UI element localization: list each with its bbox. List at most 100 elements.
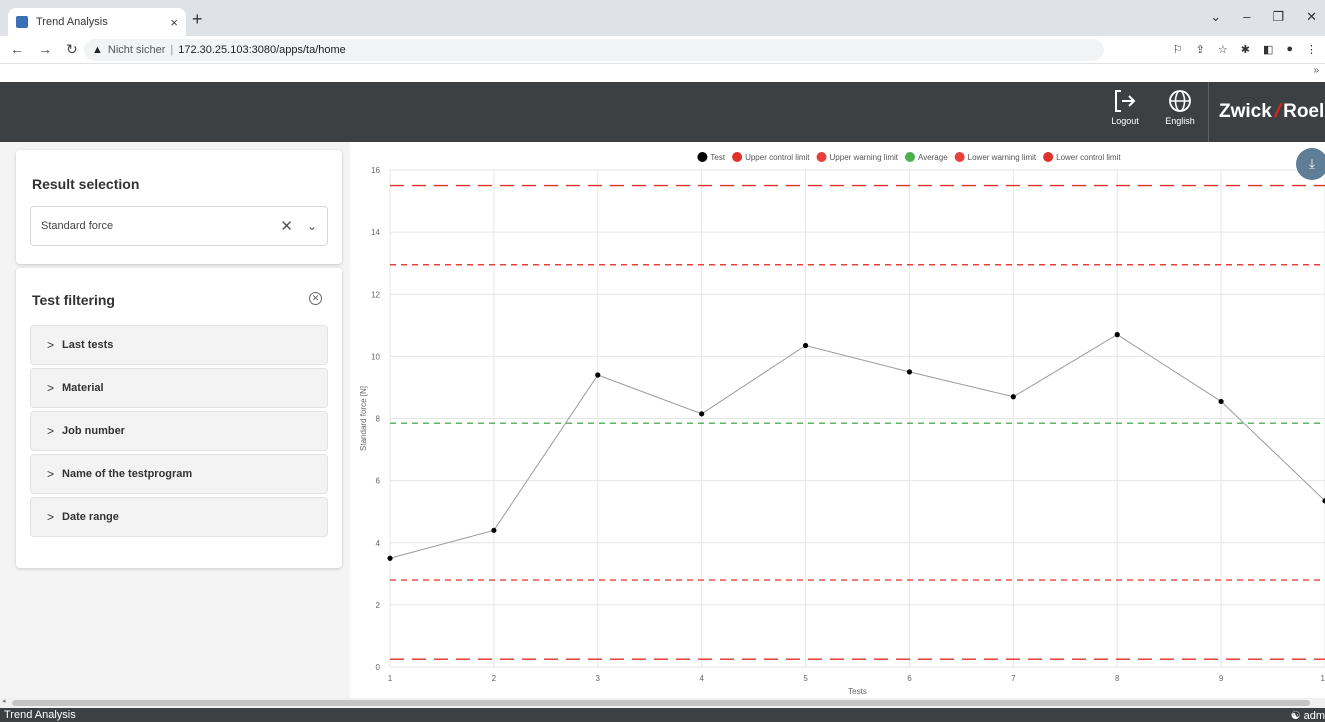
status-bar: Trend Analysis ☯ adm: [0, 708, 1325, 722]
reload-icon[interactable]: ↻: [66, 41, 78, 58]
filter-material[interactable]: > Material: [30, 368, 328, 408]
brand-slash: /: [1272, 101, 1284, 122]
trend-favicon-icon: [16, 16, 28, 28]
result-selection-title: Result selection: [32, 176, 140, 192]
url-text: 172.30.25.103:3080/apps/ta/home: [178, 44, 346, 56]
legend-marker: [905, 152, 916, 162]
x-tick-label: 7: [1011, 674, 1016, 683]
y-tick-label: 12: [371, 290, 380, 299]
clear-circle-icon[interactable]: ✕: [309, 292, 322, 305]
chart-area: 123456789100246810121416TestsStandard fo…: [350, 142, 1325, 698]
x-tick-label: 4: [699, 674, 704, 683]
x-tick-label: 1: [388, 674, 393, 683]
horizontal-scrollbar[interactable]: ◂: [0, 698, 1325, 708]
sidepanel-icon[interactable]: ◧: [1263, 43, 1273, 56]
download-icon: ⤓: [1309, 156, 1315, 171]
test-data-point: [387, 555, 393, 561]
y-tick-label: 8: [376, 415, 381, 424]
star-icon[interactable]: ☆: [1218, 43, 1228, 56]
language-button[interactable]: English: [1158, 88, 1202, 126]
bookmarks-more-icon[interactable]: »: [1313, 65, 1319, 76]
result-selection-card: Result selection Standard force ✕ ⌄: [16, 150, 342, 264]
close-window-icon[interactable]: ✕: [1306, 9, 1317, 25]
brand-right: Roell: [1283, 101, 1325, 122]
status-app-name: Trend Analysis: [4, 709, 76, 721]
result-select-value: Standard force: [41, 220, 114, 232]
logout-label: Logout: [1111, 116, 1139, 126]
legend-marker: [1043, 152, 1054, 162]
test-filtering-title: Test filtering: [32, 292, 115, 308]
language-label: English: [1165, 116, 1195, 126]
test-data-point: [1114, 332, 1120, 338]
logout-icon: [1115, 90, 1136, 112]
legend-marker: [697, 152, 708, 162]
window-controls: ⌄ – ❐ ✕: [1210, 9, 1317, 25]
clear-icon[interactable]: ✕: [280, 217, 293, 235]
filter-label: Date range: [62, 511, 119, 523]
legend-label: Lower control limit: [1056, 153, 1121, 162]
back-icon[interactable]: ←: [10, 41, 24, 58]
extensions-icon[interactable]: ✱: [1241, 43, 1250, 56]
download-button[interactable]: ⤓: [1296, 148, 1325, 180]
bookmarks-bar: »: [0, 64, 1325, 82]
brand-left: Zwick: [1219, 101, 1272, 122]
test-data-point: [906, 369, 913, 375]
test-data-point: [1218, 398, 1224, 405]
new-tab-button[interactable]: +: [192, 9, 203, 30]
url-separator: |: [170, 44, 174, 56]
profile-icon[interactable]: ●: [1286, 43, 1293, 56]
tab-search-icon[interactable]: ⌄: [1210, 9, 1221, 25]
translate-icon[interactable]: ⚐: [1173, 43, 1183, 56]
y-tick-label: 16: [371, 166, 380, 175]
y-tick-label: 4: [376, 539, 381, 548]
chevron-right-icon: >: [47, 381, 55, 395]
user-icon: ☯: [1290, 710, 1301, 722]
sidebar: Result selection Standard force ✕ ⌄ Test…: [0, 142, 350, 698]
legend-label: Upper control limit: [745, 153, 810, 162]
chevron-right-icon: >: [47, 467, 55, 481]
result-select[interactable]: Standard force ✕ ⌄: [30, 206, 328, 246]
forward-icon[interactable]: →: [38, 41, 52, 58]
address-bar: ← → ↻ ▲ Nicht sicher | 172.30.25.103:308…: [0, 36, 1325, 64]
url-field[interactable]: ▲ Nicht sicher | 172.30.25.103:3080/apps…: [84, 39, 1104, 61]
filter-testprogram-name[interactable]: > Name of the testprogram: [30, 454, 328, 494]
share-icon[interactable]: ⇪: [1196, 43, 1205, 56]
x-tick-label: 6: [907, 674, 912, 683]
filter-label: Job number: [62, 425, 125, 437]
legend-label: Upper warning limit: [830, 153, 899, 162]
test-data-point: [802, 342, 809, 349]
y-tick-label: 14: [371, 228, 380, 237]
legend-label: Lower warning limit: [968, 153, 1037, 162]
scroll-left-icon[interactable]: ◂: [2, 697, 6, 705]
x-tick-label: 3: [596, 674, 601, 683]
close-tab-icon[interactable]: ×: [170, 15, 178, 30]
scrollbar-thumb[interactable]: [12, 700, 1310, 706]
legend-marker: [954, 152, 965, 162]
x-tick-label: 8: [1115, 674, 1120, 683]
browser-tab[interactable]: Trend Analysis ×: [8, 8, 186, 36]
filter-job-number[interactable]: > Job number: [30, 411, 328, 451]
y-tick-label: 2: [376, 601, 381, 610]
filter-last-tests[interactable]: > Last tests: [30, 325, 328, 365]
minimize-icon[interactable]: –: [1243, 9, 1250, 25]
menu-icon[interactable]: ⋮: [1306, 43, 1317, 56]
filter-date-range[interactable]: > Date range: [30, 497, 328, 537]
chevron-right-icon: >: [47, 424, 55, 438]
browser-toolbar: ⚐ ⇪ ☆ ✱ ◧ ● ⋮: [1173, 43, 1317, 56]
filter-label: Last tests: [62, 339, 114, 351]
maximize-icon[interactable]: ❐: [1272, 9, 1284, 25]
status-user: ☯ adm: [1291, 709, 1325, 722]
legend-label: Test: [710, 153, 725, 162]
warning-icon[interactable]: ▲: [92, 44, 103, 56]
x-tick-label: 5: [803, 674, 808, 683]
chevron-down-icon[interactable]: ⌄: [307, 219, 317, 233]
logout-button[interactable]: Logout: [1103, 88, 1147, 126]
y-tick-label: 10: [371, 352, 380, 361]
test-filtering-card: Test filtering ✕ > Last tests > Material…: [16, 268, 342, 568]
y-axis-label: Standard force [N]: [359, 386, 368, 451]
x-tick-label: 10: [1321, 674, 1325, 683]
legend-marker: [732, 152, 743, 162]
trend-chart: 123456789100246810121416TestsStandard fo…: [359, 152, 1325, 696]
nav-buttons: ← → ↻: [10, 41, 78, 58]
filter-label: Name of the testprogram: [62, 468, 193, 480]
